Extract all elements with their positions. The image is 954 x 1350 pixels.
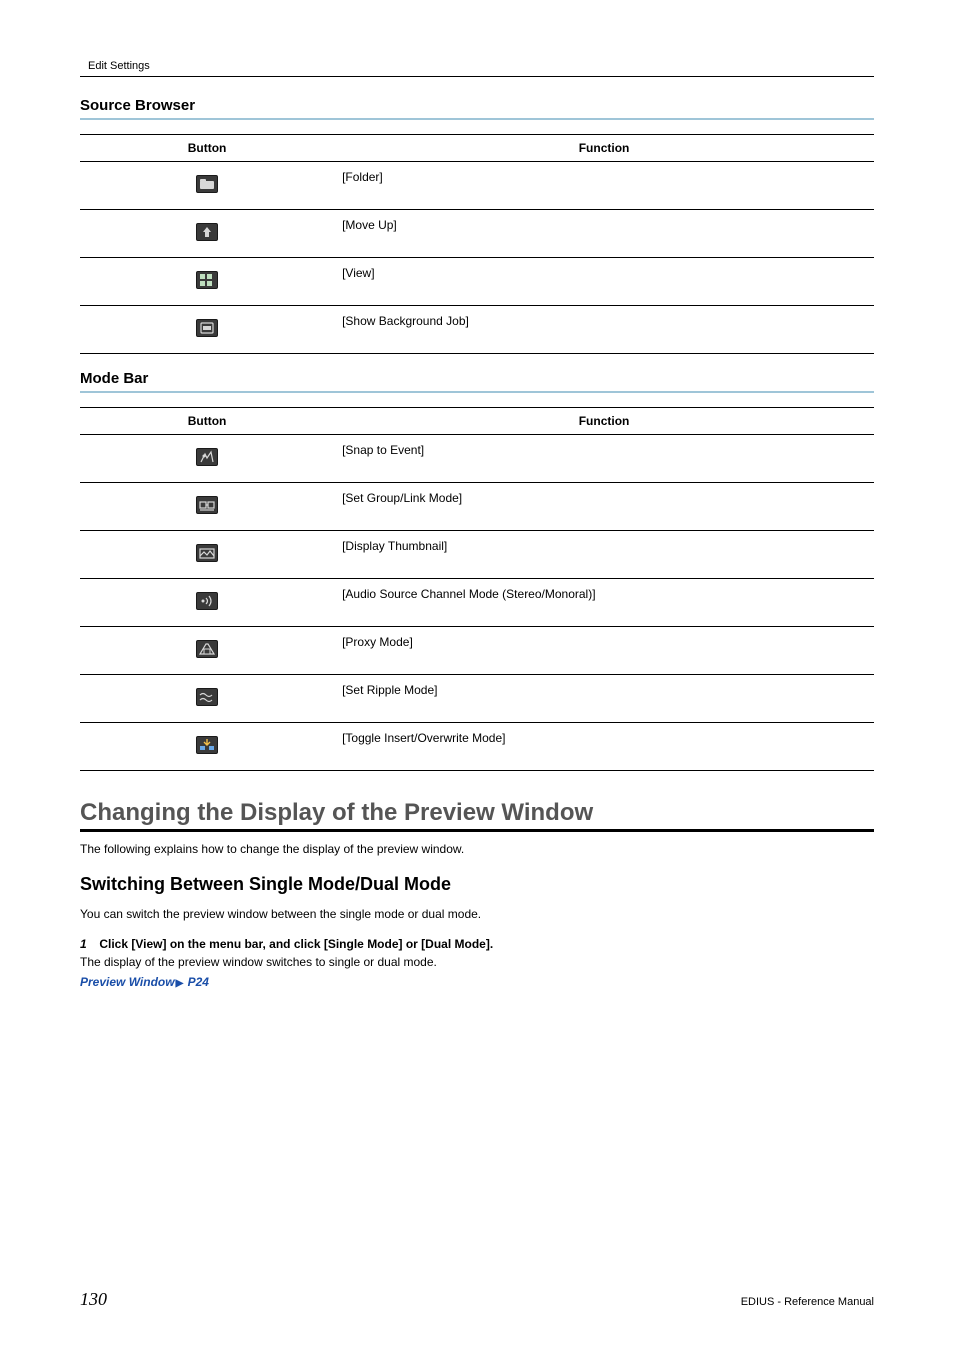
proxy-icon	[196, 640, 218, 658]
table-row: [Snap to Event]	[80, 435, 874, 483]
table-row: [Display Thumbnail]	[80, 531, 874, 579]
table-row: [Toggle Insert/Overwrite Mode]	[80, 723, 874, 771]
h2-rule	[80, 829, 874, 832]
col-header-function: Function	[334, 135, 874, 162]
function-cell: [Toggle Insert/Overwrite Mode]	[334, 723, 874, 771]
table-row: [Set Ripple Mode]	[80, 675, 874, 723]
triangle-icon: ▶	[176, 978, 184, 989]
section-rule	[80, 391, 874, 393]
table-row: [Folder]	[80, 162, 874, 210]
ripple-icon	[196, 688, 218, 706]
function-cell: [Folder]	[334, 162, 874, 210]
thumbnail-icon	[196, 544, 218, 562]
snap-icon	[196, 448, 218, 466]
xref-label: Preview Window	[80, 975, 175, 989]
mode-bar-table: Button Function [Snap to Event] [Set Gro…	[80, 407, 874, 771]
function-cell: [View]	[334, 258, 874, 306]
xref-link[interactable]: Preview Window▶ P24	[80, 975, 874, 989]
insert-ow-icon	[196, 736, 218, 754]
breadcrumb: Edit Settings	[80, 60, 874, 77]
table-row: [Audio Source Channel Mode (Stereo/Monor…	[80, 579, 874, 627]
move-up-icon	[196, 223, 218, 241]
function-cell: [Snap to Event]	[334, 435, 874, 483]
table-row: [View]	[80, 258, 874, 306]
view-grid-icon	[196, 271, 218, 289]
function-cell: [Audio Source Channel Mode (Stereo/Monor…	[334, 579, 874, 627]
doc-title: EDIUS - Reference Manual	[741, 1296, 874, 1308]
source-browser-heading: Source Browser	[80, 97, 874, 114]
page-number: 130	[80, 1289, 107, 1310]
function-cell: [Set Group/Link Mode]	[334, 483, 874, 531]
h2-title: Changing the Display of the Preview Wind…	[80, 799, 874, 827]
function-cell: [Show Background Job]	[334, 306, 874, 354]
function-cell: [Display Thumbnail]	[334, 531, 874, 579]
col-header-button: Button	[80, 408, 334, 435]
step-1: 1 Click [View] on the menu bar, and clic…	[80, 937, 874, 951]
table-row: [Show Background Job]	[80, 306, 874, 354]
folder-icon	[196, 175, 218, 193]
xref-page: P24	[188, 975, 209, 989]
group-link-icon	[196, 496, 218, 514]
section-rule	[80, 118, 874, 120]
table-row: [Proxy Mode]	[80, 627, 874, 675]
mode-bar-heading: Mode Bar	[80, 370, 874, 387]
function-cell: [Set Ripple Mode]	[334, 675, 874, 723]
col-header-button: Button	[80, 135, 334, 162]
function-cell: [Proxy Mode]	[334, 627, 874, 675]
step-number: 1	[80, 937, 96, 951]
h3-title: Switching Between Single Mode/Dual Mode	[80, 874, 874, 895]
step-result: The display of the preview window switch…	[80, 953, 874, 971]
h3-intro: You can switch the preview window betwee…	[80, 905, 874, 923]
step-text: Click [View] on the menu bar, and click …	[99, 937, 493, 951]
table-row: [Move Up]	[80, 210, 874, 258]
source-browser-table: Button Function [Folder] [Move Up] [View…	[80, 134, 874, 354]
bg-job-icon	[196, 319, 218, 337]
audio-ch-icon	[196, 592, 218, 610]
h2-intro: The following explains how to change the…	[80, 840, 874, 858]
page-footer: 130 EDIUS - Reference Manual	[80, 1289, 874, 1310]
table-row: [Set Group/Link Mode]	[80, 483, 874, 531]
col-header-function: Function	[334, 408, 874, 435]
function-cell: [Move Up]	[334, 210, 874, 258]
